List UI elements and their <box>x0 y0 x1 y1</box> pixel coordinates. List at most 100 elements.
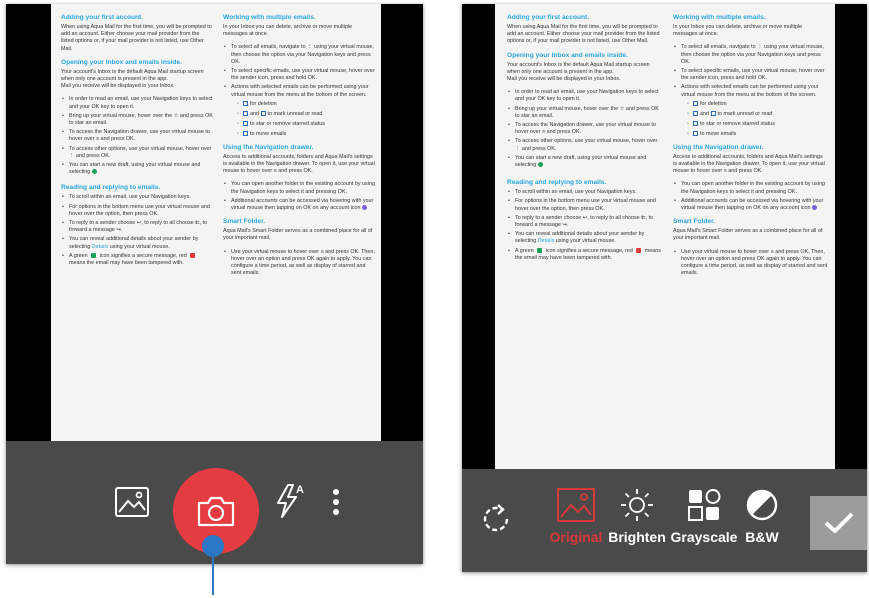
camera-icon <box>197 496 235 527</box>
list-item: to star or remove starred status <box>237 120 375 128</box>
compose-icon <box>92 169 98 175</box>
account-icon <box>362 205 368 211</box>
list-item: to move emails <box>237 130 375 138</box>
bullet-list: Use your virtual mouse to hover over ≡ a… <box>673 249 828 278</box>
list-item: To reply to a sender choose ↩, to reply … <box>61 220 213 234</box>
heading-adding-account: Adding your first account. <box>61 14 144 21</box>
flash-auto-badge: A <box>296 484 304 496</box>
paragraph: In your Inbox you can delete, archive or… <box>673 24 803 38</box>
image-icon <box>557 488 595 522</box>
red-lock-icon <box>190 252 196 258</box>
bullet-list: In order to read an email, use your Navi… <box>507 89 662 169</box>
bullet-list: To scroll within an email, use your Navi… <box>507 189 662 262</box>
list-item: for deletion <box>237 100 375 108</box>
move-icon <box>243 130 248 136</box>
heading-reading-replying: Reading and replying to emails. <box>507 179 607 187</box>
tap-indicator-dot <box>202 535 224 557</box>
green-lock-icon <box>91 252 97 258</box>
grayscale-icon <box>688 489 721 521</box>
document-column-left: Adding your first account. When using Aq… <box>61 14 213 273</box>
list-item: To access other options, use your virtua… <box>507 138 662 152</box>
list-item: To scroll within an email, use your Navi… <box>507 189 662 196</box>
filter-bw-button[interactable]: B&W <box>738 479 786 563</box>
list-item: Actions with selected emails can be perf… <box>673 84 828 137</box>
image-gallery-icon <box>115 487 149 517</box>
list-item: To select specific emails, use your virt… <box>223 68 375 82</box>
bullet-list: You can open another folder in the exist… <box>223 181 375 212</box>
paragraph: Access to additional accounts, folders a… <box>223 153 375 175</box>
heading-multiple-emails: Working with multiple emails. <box>223 14 316 21</box>
account-icon <box>812 205 818 211</box>
list-item: You can start a new draft, using your vi… <box>507 155 662 169</box>
mark-unread-icon <box>260 110 266 116</box>
delete-icon <box>243 100 248 106</box>
mark-unread-icon <box>710 110 716 116</box>
paragraph: In your Inbox you can delete, archive or… <box>223 24 353 38</box>
paragraph: Access to additional accounts, folders a… <box>673 153 825 175</box>
paragraph: Mail you receive will be displayed in yo… <box>507 76 621 83</box>
paragraph: Your account's Inbox is the default Aqua… <box>61 68 204 83</box>
list-item: To access the Navigation drawer, use you… <box>61 129 213 143</box>
sub-list: for deletion and to mark unread or read … <box>687 100 828 138</box>
document-column-right: Working with multiple emails. In your In… <box>673 14 828 283</box>
heading-navigation-drawer: Using the Navigation drawer. <box>673 143 764 151</box>
filter-brighten-label: Brighten <box>608 529 666 545</box>
list-item: Bring up your virtual mouse, hover over … <box>61 113 213 127</box>
document-preview: Adding your first account. When using Aq… <box>51 4 381 441</box>
list-item: Additional accounts can be accessed via … <box>223 198 375 212</box>
details-link-text: Details <box>91 243 109 250</box>
list-item: You can open another folder in the exist… <box>673 181 828 195</box>
filter-grayscale-button[interactable]: Grayscale <box>667 479 741 563</box>
list-item: Additional accounts can be accessed via … <box>673 198 828 212</box>
paragraph: Aqua Mail's Smart Folder serves as a com… <box>673 228 823 242</box>
list-item: A green icon signifies a secure message,… <box>61 252 213 267</box>
more-options-button[interactable] <box>324 485 348 519</box>
flash-mode-button[interactable]: A <box>274 482 308 520</box>
more-vertical-icon <box>333 489 339 515</box>
compose-icon <box>538 162 544 168</box>
rotate-button[interactable] <box>476 499 516 539</box>
list-item: A green icon signifies a secure message,… <box>507 247 662 262</box>
edit-toolbar: Original Brighten Grayscale B&W <box>462 469 867 572</box>
paragraph: When using Aqua Mail for the first time,… <box>507 24 660 45</box>
move-icon <box>693 130 698 136</box>
list-item: You can open another folder in the exist… <box>223 181 375 195</box>
list-item: To select all emails, navigate to ⋮ usin… <box>673 44 828 66</box>
filter-brighten-button[interactable]: Brighten <box>603 479 671 563</box>
heading-navigation-drawer: Using the Navigation drawer. <box>223 143 314 151</box>
contrast-icon <box>746 489 778 521</box>
red-lock-icon <box>636 247 642 253</box>
gallery-button[interactable] <box>113 485 151 519</box>
list-item: Use your virtual mouse to hover over ≡ a… <box>673 249 828 278</box>
list-item: Use your virtual mouse to hover over ≡ a… <box>223 249 375 278</box>
bullet-list: To select all emails, navigate to ⋮ usin… <box>223 44 375 137</box>
filter-bw-label: B&W <box>745 529 779 545</box>
bullet-list: To scroll within an email, use your Navi… <box>61 194 213 267</box>
paragraph: When using Aqua Mail for the first time,… <box>61 24 212 52</box>
heading-multiple-emails: Working with multiple emails. <box>673 14 766 21</box>
heading-adding-account: Adding your first account. <box>507 14 590 21</box>
list-item: You can reveal additional details about … <box>507 231 662 245</box>
list-item: To access other options, use your virtua… <box>61 146 213 160</box>
tap-indicator-line <box>212 555 214 595</box>
list-item: to move emails <box>687 130 828 138</box>
list-item: To scroll within an email, use your Navi… <box>61 194 213 201</box>
list-item: for deletion <box>687 100 828 108</box>
paragraph: Your account's Inbox is the default Aqua… <box>507 61 650 75</box>
filter-grayscale-label: Grayscale <box>670 529 738 545</box>
paragraph: Mail you receive will be displayed in yo… <box>61 83 175 90</box>
mark-read-icon <box>243 110 248 116</box>
bullet-list: To select all emails, navigate to ⋮ usin… <box>673 44 828 137</box>
list-item: To select all emails, navigate to ⋮ usin… <box>223 44 375 66</box>
paragraph: Aqua Mail's Smart Folder serves as a com… <box>223 228 373 242</box>
bullet-list: You can open another folder in the exist… <box>673 181 828 212</box>
heading-opening-inbox: Opening your Inbox and emails inside. <box>507 51 628 59</box>
confirm-button[interactable] <box>810 496 867 550</box>
list-item: You can reveal additional details about … <box>61 236 213 250</box>
filter-original-label: Original <box>549 529 603 545</box>
list-item: to star or remove starred status <box>687 120 828 128</box>
list-item: Actions with selected emails can be perf… <box>223 84 375 137</box>
green-lock-icon <box>537 247 543 253</box>
document-preview: Adding your first account. When using Aq… <box>495 4 835 469</box>
heading-opening-inbox: Opening your Inbox and emails inside. <box>61 58 182 66</box>
